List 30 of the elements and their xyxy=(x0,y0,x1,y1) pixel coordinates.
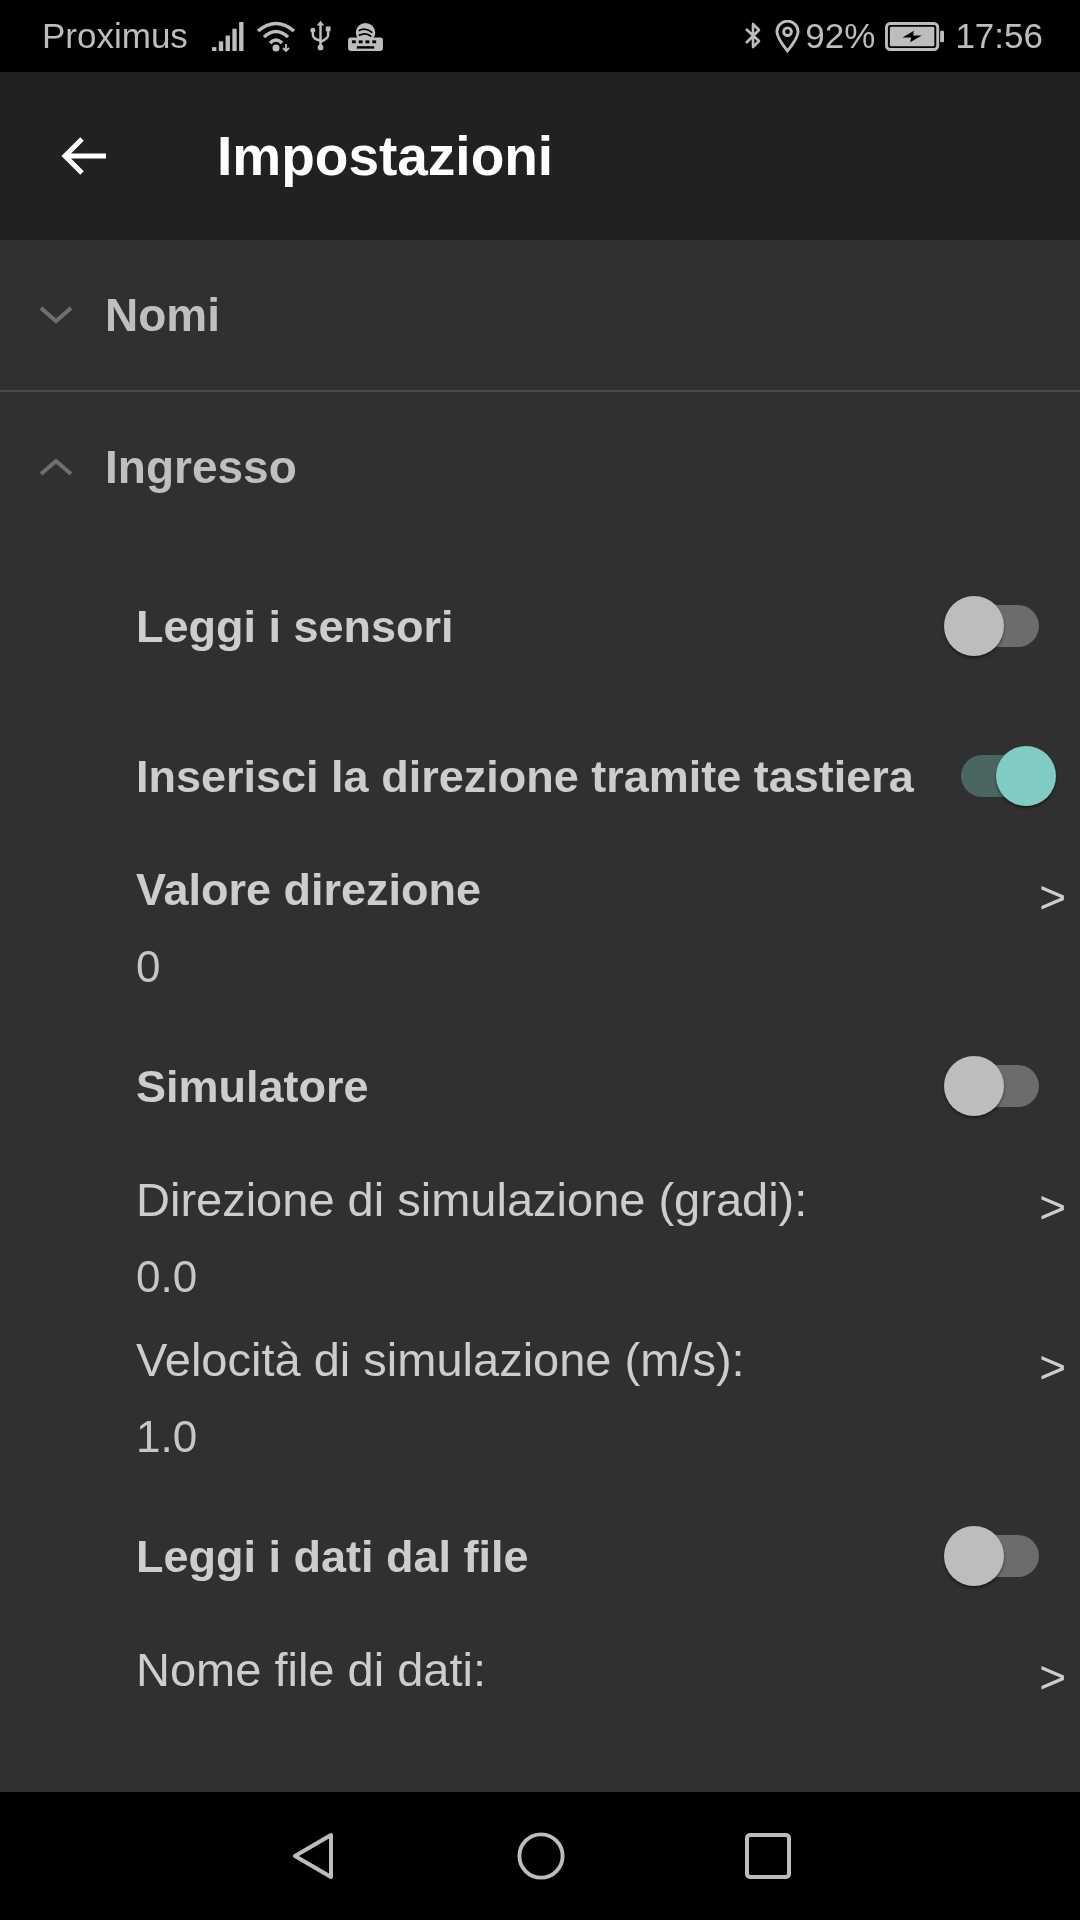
location-pin-icon xyxy=(775,19,801,53)
setting-label: Leggi i dati dal file xyxy=(136,1529,529,1584)
battery-charging-icon xyxy=(885,21,946,51)
open-indicator[interactable]: > xyxy=(1039,1337,1066,1397)
setting-value: 0 xyxy=(136,941,161,993)
setting-label: Direzione di simulazione (gradi): xyxy=(136,1172,808,1228)
open-indicator[interactable]: > xyxy=(1039,1647,1066,1707)
open-indicator[interactable]: > xyxy=(1039,1177,1066,1237)
back-arrow-icon xyxy=(60,136,108,176)
setting-label: Inserisci la direzione tramite tastiera xyxy=(136,749,914,804)
setting-label: Valore direzione xyxy=(136,863,482,917)
carrier-name: Proximus xyxy=(42,16,188,56)
battery-percent: 92% xyxy=(805,16,876,56)
wifi-icon xyxy=(255,20,296,52)
screen-title: Impostazioni xyxy=(217,124,554,189)
keyboard-icon xyxy=(346,20,384,52)
setting-value: 0.0 xyxy=(136,1251,198,1303)
setting-label: Nome file di dati: xyxy=(136,1642,487,1698)
setting-value: 1.0 xyxy=(136,1411,198,1463)
setting-label: Velocità di simulazione (m/s): xyxy=(136,1332,745,1388)
clock: 17:56 xyxy=(955,16,1043,56)
usb-icon xyxy=(309,20,331,52)
home-circle-icon[interactable] xyxy=(517,1831,565,1881)
signal-icon xyxy=(211,21,245,51)
open-indicator[interactable]: > xyxy=(1039,867,1066,927)
setting-label: Simulatore xyxy=(136,1059,369,1114)
section-header[interactable]: Nomi xyxy=(38,286,220,344)
recents-square-icon[interactable] xyxy=(745,1833,791,1879)
setting-label: Leggi i sensori xyxy=(136,599,454,654)
section-header[interactable]: Ingresso xyxy=(38,438,297,496)
